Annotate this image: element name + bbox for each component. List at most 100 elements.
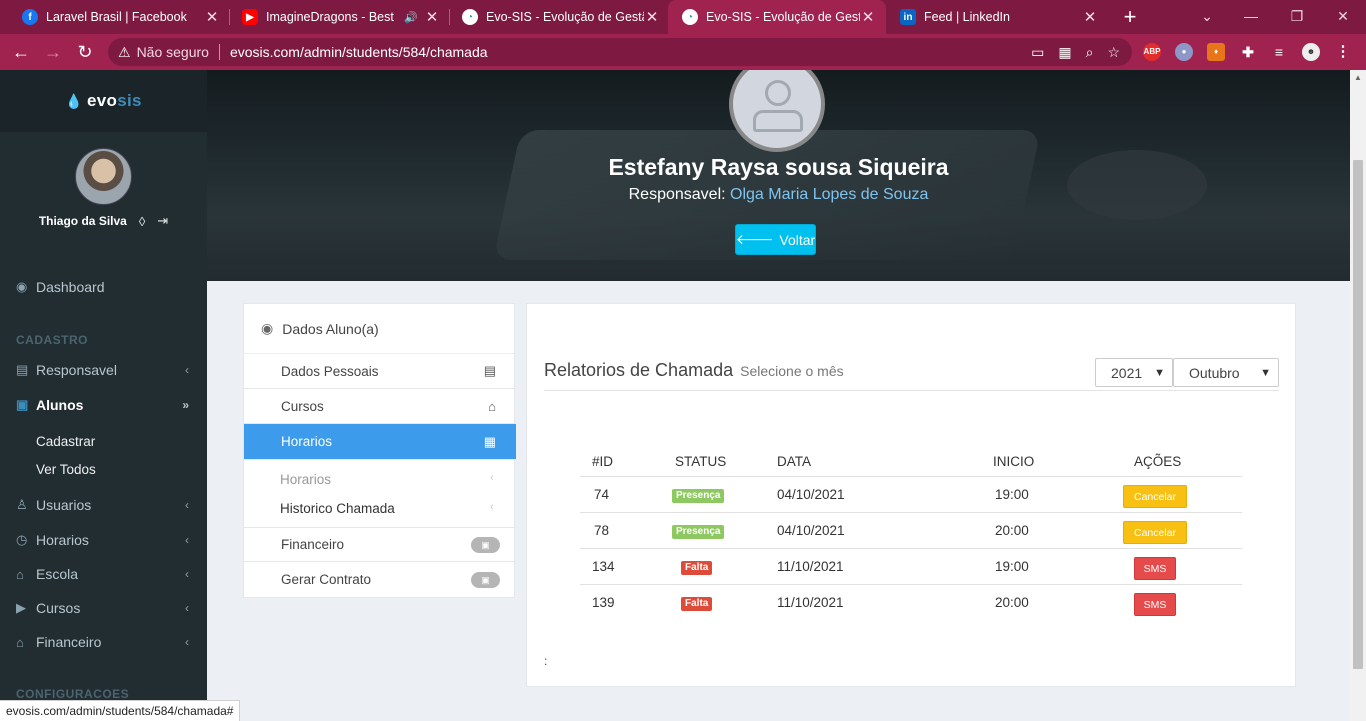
bookmark-star-icon[interactable]: ☆ xyxy=(1107,44,1120,61)
arrow-left-icon: 🡐 xyxy=(735,231,774,247)
menu-cursos[interactable]: Cursos ⌂ xyxy=(244,389,516,424)
extension-icon[interactable]: ● xyxy=(1175,43,1193,61)
sidebar-item-escola[interactable]: ⌂ Escola ‹ xyxy=(0,557,207,591)
sidebar-item-horarios[interactable]: ◷ Horarios ‹ xyxy=(0,523,207,557)
status-badge: Falta xyxy=(681,597,713,611)
col-header-id: #ID xyxy=(592,454,614,469)
tab-search-icon[interactable]: ⌄ xyxy=(1184,0,1230,34)
sms-button[interactable]: SMS xyxy=(1134,593,1176,616)
puzzle-icon[interactable]: ✚ xyxy=(1239,43,1257,61)
submenu-historico-chamada[interactable]: Historico Chamada ‹ xyxy=(280,501,494,516)
restore-icon[interactable]: ❐ xyxy=(1274,0,1320,34)
cancel-button[interactable]: Cancelar xyxy=(1123,521,1187,544)
id-badge-icon: ▣ xyxy=(16,397,29,412)
warning-icon[interactable]: ⚠ xyxy=(118,44,131,61)
browser-tab[interactable]: f Laravel Brasil | Facebook ✕ xyxy=(8,0,230,34)
chevron-left-icon: ‹ xyxy=(185,635,189,649)
cast-icon[interactable]: ▭ xyxy=(1031,44,1044,61)
sms-button[interactable]: SMS xyxy=(1134,557,1176,580)
cell-start: 20:00 xyxy=(995,595,1029,610)
cell-id: 78 xyxy=(594,523,610,538)
close-window-icon[interactable]: ✕ xyxy=(1320,0,1366,34)
menu-gerar-contrato[interactable]: Gerar Contrato ▣ xyxy=(244,562,516,597)
guardian-line: Responsavel: Olga Maria Lopes de Souza xyxy=(628,186,929,203)
zoom-icon[interactable]: ⌕ xyxy=(1086,44,1094,61)
col-header-data: DATA xyxy=(777,454,812,469)
col-header-acoes: AÇÕES xyxy=(1134,454,1182,469)
new-tab-button[interactable]: + xyxy=(1118,4,1142,30)
browser-tab-active[interactable]: ◔ Evo-SIS - Evolução de Gestão ✕ xyxy=(668,0,886,34)
month-select[interactable]: Outubro ▼ xyxy=(1173,358,1279,387)
cell-start: 20:00 xyxy=(995,523,1029,538)
cancel-button[interactable]: Cancelar xyxy=(1123,485,1187,508)
kebab-menu-icon[interactable]: ⋮ xyxy=(1334,43,1352,61)
user-name: Thiago da Silva xyxy=(38,214,127,228)
sidebar-header-configuracoes: CONFIGURACOES xyxy=(16,687,130,701)
browser-tab[interactable]: in Feed | LinkedIn ✕ xyxy=(886,0,1108,34)
graduation-cap-icon: ⌂ xyxy=(16,566,24,582)
speaker-icon[interactable]: 🔊 xyxy=(404,11,418,24)
close-tab-icon[interactable]: ✕ xyxy=(644,8,660,26)
sidebar-item-usuarios[interactable]: ♙ Usuarios ‹ xyxy=(0,488,207,522)
page-scrollbar[interactable]: ▲ xyxy=(1350,70,1366,721)
cell-start: 19:00 xyxy=(995,487,1029,502)
close-tab-icon[interactable]: ✕ xyxy=(204,8,220,26)
extension-icon[interactable]: ♦ xyxy=(1207,43,1225,61)
guardian-link[interactable]: Olga Maria Lopes de Souza xyxy=(730,186,928,203)
address-bar[interactable]: ⚠ Não seguro evosis.com/admin/students/5… xyxy=(108,38,1132,66)
chevron-down-icon: ▼ xyxy=(1260,366,1271,379)
media-queue-icon[interactable]: ≡ xyxy=(1270,43,1288,61)
sidebar-header-cadastro: CADASTRO xyxy=(16,333,88,347)
sidebar-item-dashboard[interactable]: ◉ Dashboard xyxy=(0,270,207,304)
sidebar-subitem-cadastrar[interactable]: Cadastrar xyxy=(36,434,95,449)
status-badge: Falta xyxy=(681,561,713,575)
app-logo[interactable]: 💧 evo sis xyxy=(0,70,207,132)
forward-arrow-icon[interactable]: → xyxy=(40,40,66,64)
close-tab-icon[interactable]: ✕ xyxy=(424,8,440,26)
profile-avatar-icon[interactable]: ☻ xyxy=(1302,43,1320,61)
adblock-icon[interactable]: ABP xyxy=(1143,43,1161,61)
qr-code-icon[interactable]: ▦ xyxy=(1058,44,1071,61)
linkedin-icon: in xyxy=(900,9,916,25)
cell-date: 11/10/2021 xyxy=(777,595,844,610)
droplet-icon[interactable]: ◊ xyxy=(139,214,145,229)
footer-mark: : xyxy=(544,654,548,668)
sidebar-item-cursos[interactable]: ▶ Cursos ‹ xyxy=(0,591,207,625)
year-select[interactable]: 2021 ▼ xyxy=(1095,358,1173,387)
sidebar-item-financeiro[interactable]: ⌂ Financeiro ‹ xyxy=(0,625,207,659)
scroll-up-icon[interactable]: ▲ xyxy=(1354,73,1362,82)
menu-financeiro[interactable]: Financeiro ▣ xyxy=(244,527,516,562)
logout-icon[interactable]: ⇥ xyxy=(157,213,168,229)
submenu-horarios[interactable]: Horarios ‹ xyxy=(280,472,494,487)
browser-tab[interactable]: ▶ ImagineDragons - Best S 🔊 ✕ xyxy=(228,0,450,34)
user-silhouette-icon xyxy=(765,80,791,106)
menu-horarios[interactable]: Horarios ▦ xyxy=(244,424,516,460)
address-toolbar: ← → ↻ ⚠ Não seguro evosis.com/admin/stud… xyxy=(0,34,1366,70)
menu-dados-pessoais[interactable]: Dados Pessoais ▤ xyxy=(244,354,516,389)
security-label[interactable]: Não seguro xyxy=(137,44,209,60)
back-button[interactable]: 🡐 Voltar xyxy=(735,224,816,255)
evosis-icon: ◔ xyxy=(462,9,478,25)
cell-start: 19:00 xyxy=(995,559,1029,574)
close-tab-icon[interactable]: ✕ xyxy=(1082,8,1098,26)
minimize-icon[interactable]: — xyxy=(1228,0,1274,34)
back-arrow-icon[interactable]: ← xyxy=(8,40,34,64)
chevron-down-icon: » xyxy=(182,398,189,412)
col-header-inicio: INICIO xyxy=(993,454,1035,469)
close-tab-icon[interactable]: ✕ xyxy=(860,8,876,26)
reload-icon[interactable]: ↻ xyxy=(72,40,98,64)
scrollbar-thumb[interactable] xyxy=(1353,160,1363,669)
chevron-down-icon: ▼ xyxy=(1154,366,1165,379)
sidebar-subitem-ver-todos[interactable]: Ver Todos xyxy=(36,462,96,477)
dashboard-icon: ◉ xyxy=(16,279,28,294)
sidebar-item-alunos[interactable]: ▣ Alunos » xyxy=(0,388,207,422)
chevron-left-icon: ‹ xyxy=(490,501,494,513)
sidebar-item-responsavel[interactable]: ▤ Responsavel ‹ xyxy=(0,353,207,387)
cell-id: 139 xyxy=(592,595,615,610)
browser-tab[interactable]: ◔ Evo-SIS - Evolução de Gestão ✕ xyxy=(448,0,670,34)
youtube-icon: ▶ xyxy=(242,9,258,25)
chevron-left-icon: ‹ xyxy=(185,533,189,547)
report-title: Relatorios de Chamada xyxy=(544,360,734,380)
student-name: Estefany Raysa sousa Siqueira xyxy=(608,154,949,180)
url-text[interactable]: evosis.com/admin/students/584/chamada xyxy=(230,44,488,60)
